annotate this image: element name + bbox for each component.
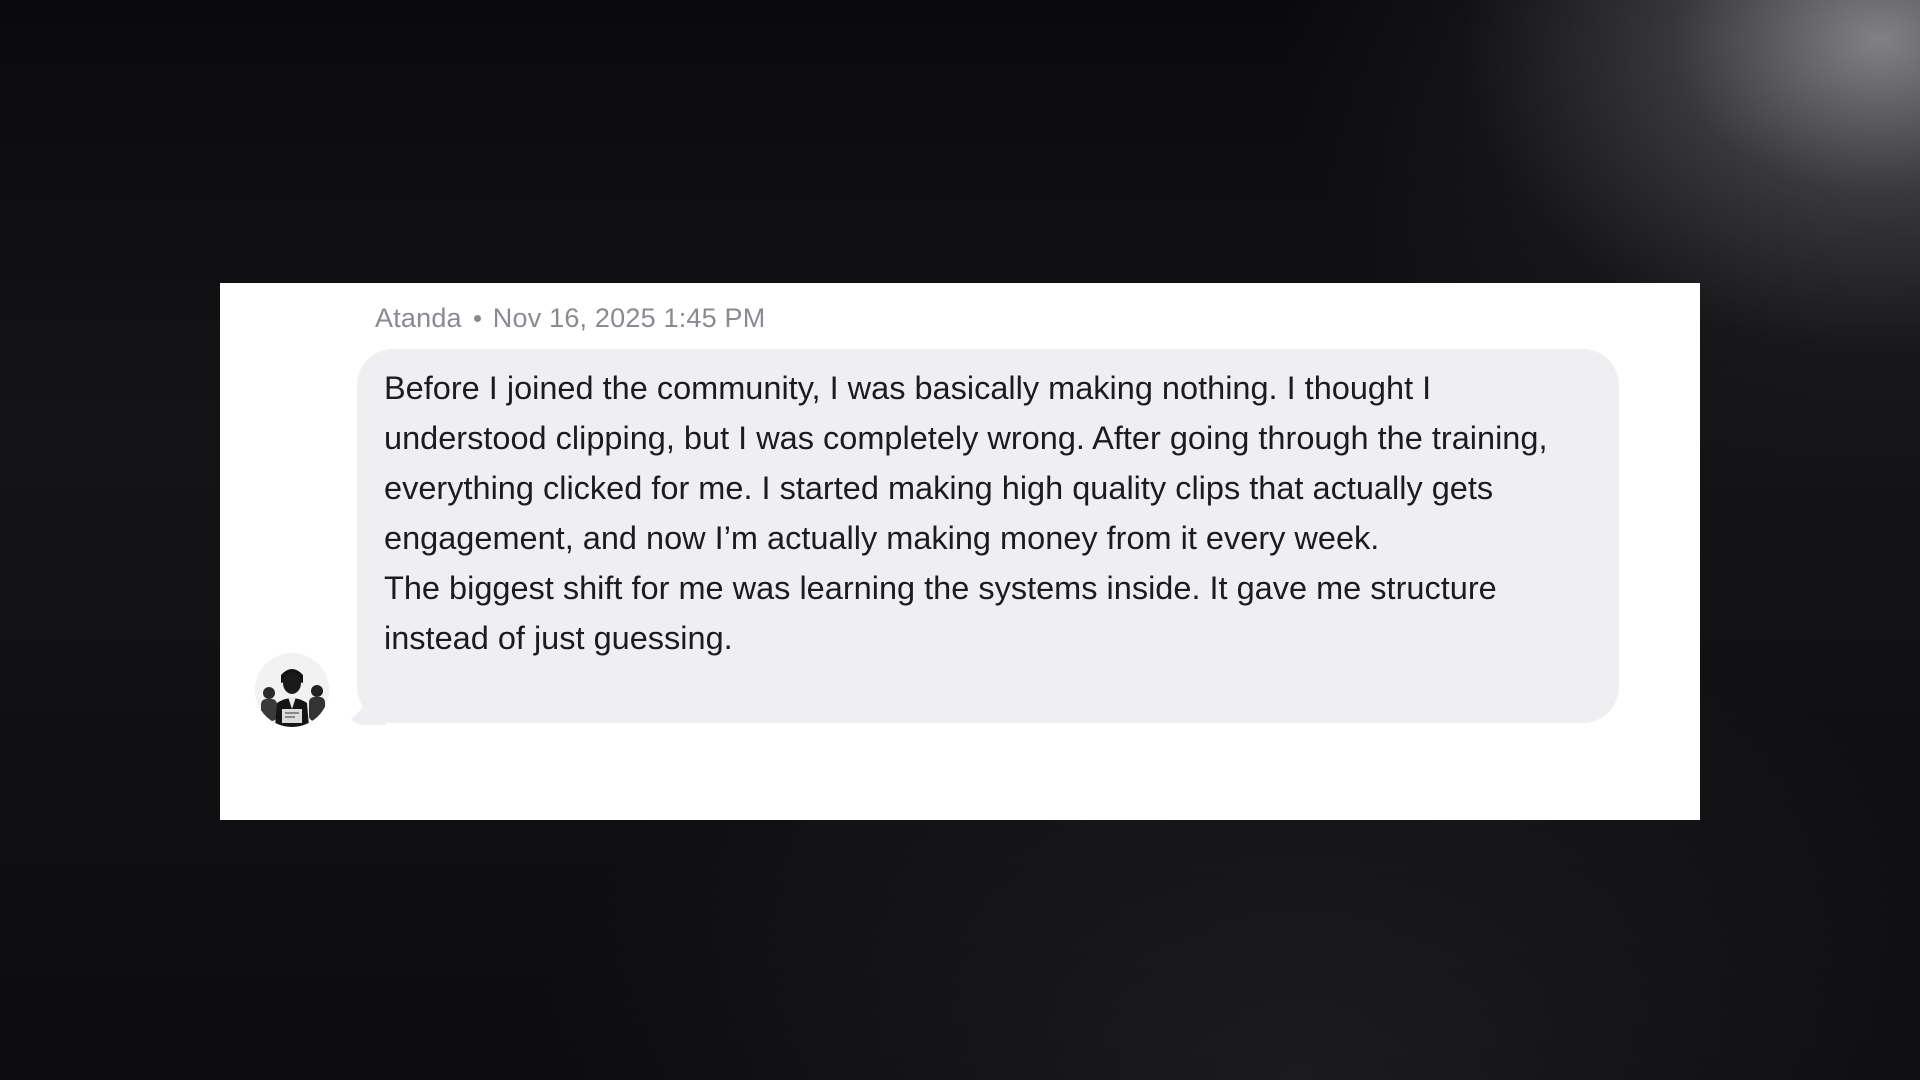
avatar[interactable] [255,653,329,727]
avatar-photo-icon [255,653,329,727]
message-paragraph-2: The biggest shift for me was learning th… [384,570,1506,656]
author-name[interactable]: Atanda [375,303,462,334]
message-meta: Atanda Nov 16, 2025 1:45 PM [375,303,765,334]
message-timestamp: Nov 16, 2025 1:45 PM [492,303,766,333]
message-card: Atanda Nov 16, 2025 1:45 PM Before I joi… [220,283,1700,820]
message-bubble[interactable]: Before I joined the community, I was bas… [357,349,1619,723]
separator-dot [473,315,481,322]
message-paragraph-1: Before I joined the community, I was bas… [384,370,1557,556]
